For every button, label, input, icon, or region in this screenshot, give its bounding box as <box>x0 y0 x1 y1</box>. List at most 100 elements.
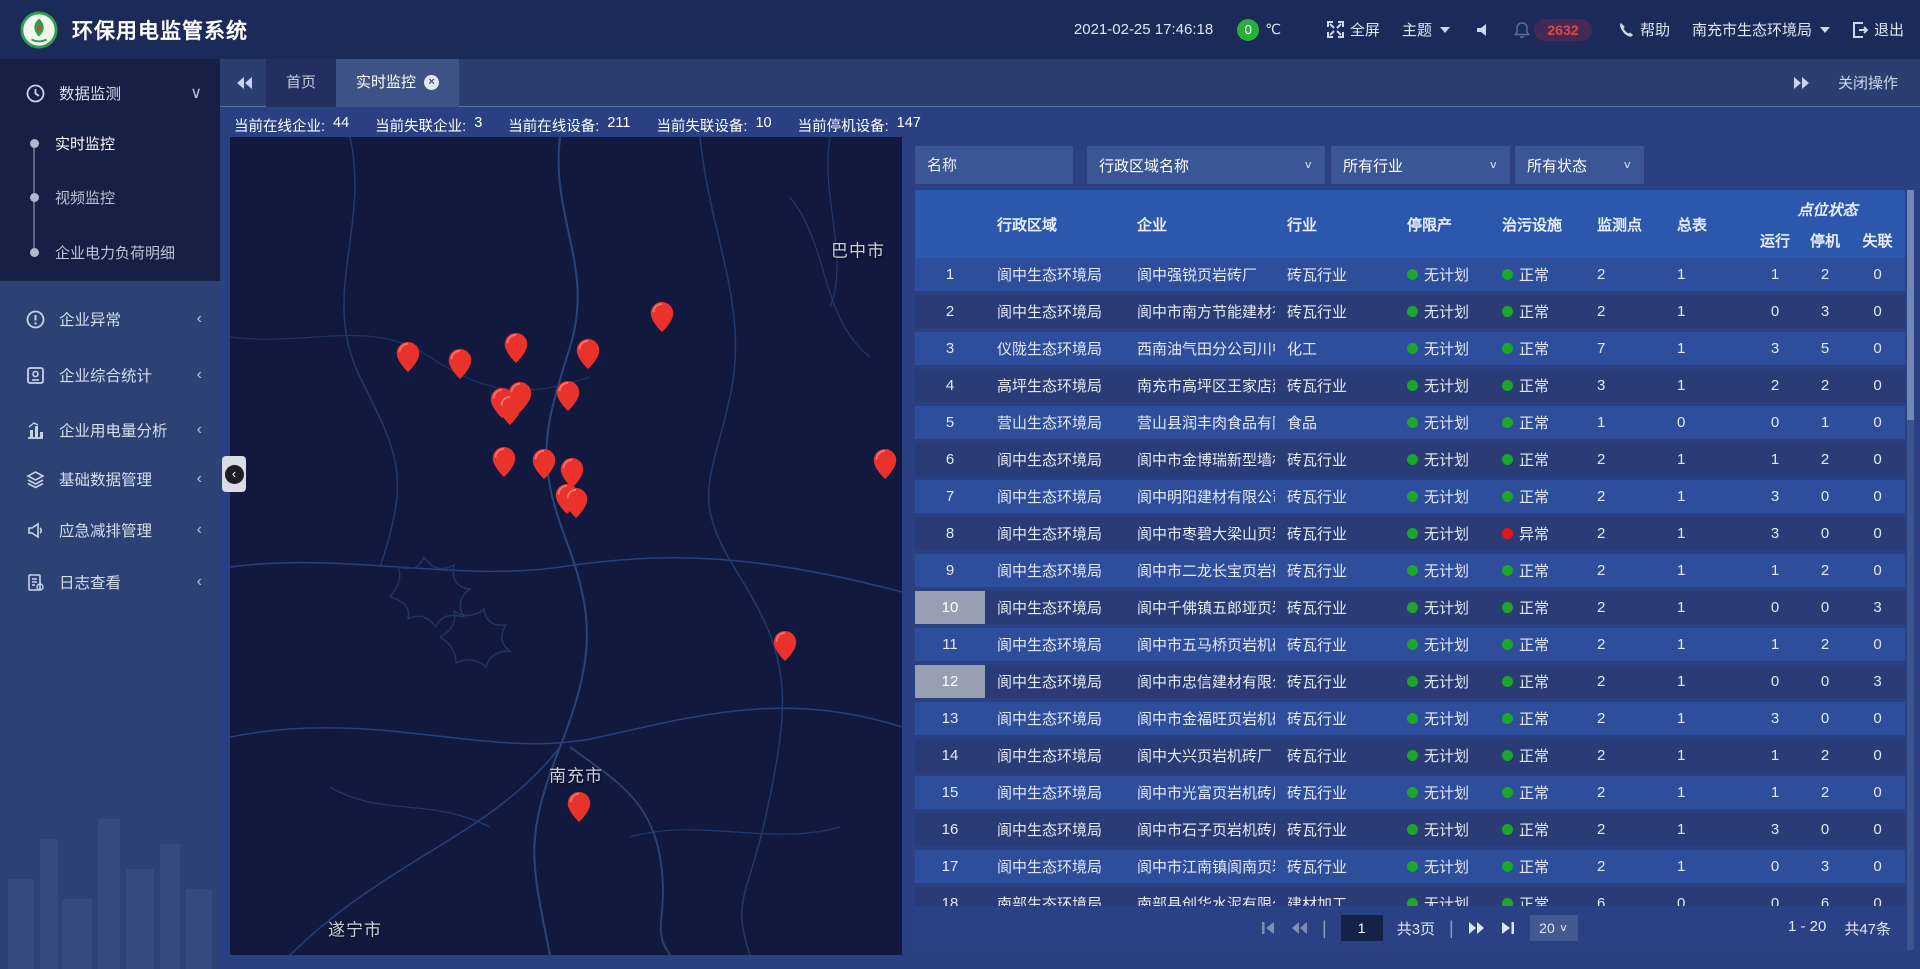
top-header: 环保用电监管系统 2021-02-25 17:46:18 0 ℃ 全屏 主题 <box>0 0 1920 59</box>
sidebar-item-power-load-detail[interactable]: 企业电力负荷明细 <box>0 235 220 269</box>
stat-label: 当前在线企业: <box>234 115 325 136</box>
status-select[interactable]: 所有状态 ∨ <box>1515 146 1644 184</box>
cell-stop: 6 <box>1800 887 1850 906</box>
cell-run: 0 <box>1750 406 1800 439</box>
table-row[interactable]: 4 高坪生态环境局 南充市高坪区王家店建 砖瓦行业 无计划 正常 3 1 2 2… <box>915 369 1905 406</box>
theme-dropdown[interactable]: 主题 <box>1402 19 1450 40</box>
scroll-tabs-left-button[interactable] <box>234 75 254 91</box>
table-row[interactable]: 13 阆中生态环境局 阆中市金福旺页岩机砖 砖瓦行业 无计划 正常 2 1 3 … <box>915 702 1905 739</box>
sidebar-item-company-statistics[interactable]: 企业综合统计 ‹ <box>0 351 220 399</box>
map-pin[interactable] <box>493 447 516 477</box>
tab-home[interactable]: 首页 <box>266 59 336 107</box>
tab-bar: 首页 实时监控 × 关闭操作 <box>220 59 1920 107</box>
map-pin[interactable] <box>774 631 797 661</box>
table-row[interactable]: 18 南部生态环境局 南部县创华水泥有限公 建材加工 无计划 正常 6 0 0 … <box>915 887 1905 906</box>
table-row[interactable]: 14 阆中生态环境局 阆中大兴页岩机砖厂 砖瓦行业 无计划 正常 2 1 1 2… <box>915 739 1905 776</box>
industry-select[interactable]: 所有行业 ∨ <box>1331 146 1510 184</box>
chevron-left-icon: ‹ <box>197 573 202 591</box>
fullscreen-button[interactable]: 全屏 <box>1327 19 1380 40</box>
tab-close-icon[interactable]: × <box>424 75 439 90</box>
cell-meters: 1 <box>1665 332 1750 365</box>
status-dot-green <box>1407 565 1418 576</box>
table-row[interactable]: 15 阆中生态环境局 阆中市光富页岩机砖厂 砖瓦行业 无计划 正常 2 1 1 … <box>915 776 1905 813</box>
cell-run: 1 <box>1750 443 1800 476</box>
sidebar-item-realtime-monitor[interactable]: 实时监控 <box>0 126 220 160</box>
table-row[interactable]: 17 阆中生态环境局 阆中市江南镇阆南页岩 砖瓦行业 无计划 正常 2 1 0 … <box>915 850 1905 887</box>
pagination-divider: | <box>1322 918 1327 939</box>
table-row[interactable]: 2 阆中生态环境局 阆中市南方节能建材有 砖瓦行业 无计划 正常 2 1 0 3… <box>915 295 1905 332</box>
status-dot <box>1502 343 1513 354</box>
close-operations-button[interactable]: 关闭操作 <box>1838 72 1898 93</box>
next-page-button[interactable] <box>1468 921 1486 935</box>
scrollbar-thumb[interactable] <box>1907 190 1914 420</box>
sidebar-item-data-monitor[interactable]: 数据监测 ∨ <box>0 69 220 117</box>
map-pin[interactable] <box>533 449 556 479</box>
mute-button[interactable] <box>1476 22 1492 38</box>
notification-badge[interactable]: 2632 <box>1534 19 1592 41</box>
table-row[interactable]: 16 阆中生态环境局 阆中市石子页岩机砖厂 砖瓦行业 无计划 正常 2 1 3 … <box>915 813 1905 850</box>
name-input[interactable] <box>927 157 1061 174</box>
stat-item: 当前在线企业: 44 <box>234 115 349 136</box>
map-pin[interactable] <box>577 339 600 369</box>
cell-meters: 1 <box>1665 591 1750 624</box>
sidebar-nav: 数据监测 ∨ 实时监控 视频监控 企业电力负荷明细 企业异常 ‹ <box>0 59 220 969</box>
table-row[interactable]: 11 阆中生态环境局 阆中市五马桥页岩机砖 砖瓦行业 无计划 正常 2 1 1 … <box>915 628 1905 665</box>
map-pin[interactable] <box>568 792 591 822</box>
logout-button[interactable]: 退出 <box>1852 19 1904 40</box>
sidebar-item-video-monitor[interactable]: 视频监控 <box>0 180 220 214</box>
page-number-input[interactable] <box>1341 915 1383 941</box>
cell-run: 1 <box>1750 628 1800 661</box>
tab-realtime-monitor[interactable]: 实时监控 × <box>336 59 459 107</box>
map-pin[interactable] <box>565 488 588 518</box>
table-row[interactable]: 8 阆中生态环境局 阆中市枣碧大梁山页岩 砖瓦行业 无计划 异常 2 1 3 0… <box>915 517 1905 554</box>
sidebar-item-label: 企业用电量分析 <box>59 419 168 441</box>
sidebar-item-company-abnormal[interactable]: 企业异常 ‹ <box>0 295 220 343</box>
sidebar-item-emission-reduction[interactable]: 应急减排管理 ‹ <box>0 506 220 554</box>
org-dropdown[interactable]: 南充市生态环境局 <box>1692 19 1830 40</box>
table-row[interactable]: 6 阆中生态环境局 阆中市金博瑞新型墙材 砖瓦行业 无计划 正常 2 1 1 2… <box>915 443 1905 480</box>
cell-points: 2 <box>1585 628 1665 661</box>
sidebar-item-base-data[interactable]: 基础数据管理 ‹ <box>0 455 220 503</box>
map-pin[interactable] <box>397 342 420 372</box>
table-row[interactable]: 12 阆中生态环境局 阆中市忠信建材有限公 砖瓦行业 无计划 正常 2 1 0 … <box>915 665 1905 702</box>
status-dot-green <box>1407 528 1418 539</box>
map-pin[interactable] <box>449 349 472 379</box>
status-dot <box>1502 417 1513 428</box>
map-pin-icon <box>565 488 588 518</box>
prev-page-button[interactable] <box>1290 921 1308 935</box>
table-row[interactable]: 9 阆中生态环境局 阆中市二龙长宝页岩砖 砖瓦行业 无计划 正常 2 1 1 2… <box>915 554 1905 591</box>
scroll-tabs-right-button[interactable] <box>1792 75 1812 91</box>
col-header-facility: 治污设施 <box>1490 190 1585 258</box>
first-page-button[interactable] <box>1260 921 1276 935</box>
datetime: 2021-02-25 17:46:18 <box>1074 21 1213 38</box>
sidebar-collapse-button[interactable]: ‹ <box>222 456 246 492</box>
last-page-button[interactable] <box>1500 921 1516 935</box>
map-pin[interactable] <box>499 395 522 425</box>
cell-meters: 0 <box>1665 887 1750 906</box>
table-row[interactable]: 10 阆中生态环境局 阆中千佛镇五郎垭页岩 砖瓦行业 无计划 正常 2 1 0 … <box>915 591 1905 628</box>
table-row[interactable]: 1 阆中生态环境局 阆中强锐页岩砖厂 砖瓦行业 无计划 正常 2 1 1 2 0 <box>915 258 1905 295</box>
region-select-value: 行政区域名称 <box>1099 155 1189 176</box>
cell-points: 3 <box>1585 369 1665 402</box>
bar-chart-icon <box>26 421 45 440</box>
region-select[interactable]: 行政区域名称 ∨ <box>1087 146 1325 184</box>
cell-facility: 正常 <box>1490 591 1585 624</box>
help-button[interactable]: 帮助 <box>1618 19 1670 40</box>
industry-select-value: 所有行业 <box>1343 155 1403 176</box>
sidebar-item-log-view[interactable]: 日志查看 ‹ <box>0 558 220 606</box>
table-row[interactable]: 7 阆中生态环境局 阆中明阳建材有限公司 砖瓦行业 无计划 正常 2 1 3 0… <box>915 480 1905 517</box>
status-dot <box>1502 713 1513 724</box>
map-pin-icon <box>397 342 420 372</box>
sidebar-item-power-analysis[interactable]: 企业用电量分析 ‹ <box>0 406 220 454</box>
map-pin[interactable] <box>557 381 580 411</box>
page-size-select[interactable]: 20 ∨ <box>1530 915 1578 941</box>
map-pin[interactable] <box>651 302 674 332</box>
cell-facility: 正常 <box>1490 702 1585 735</box>
table-row[interactable]: 3 仪陇生态环境局 西南油气田分公司川中 化工 无计划 正常 7 1 3 5 0 <box>915 332 1905 369</box>
stat-label: 当前停机设备: <box>798 115 889 136</box>
map-pin[interactable] <box>874 449 897 479</box>
map-panel[interactable]: 巴中市 南充市 遂宁市 <box>230 137 902 955</box>
map-pin[interactable] <box>505 333 528 363</box>
table-row[interactable]: 5 营山生态环境局 营山县润丰肉食品有限 食品 无计划 正常 1 0 0 1 0 <box>915 406 1905 443</box>
table-scrollbar[interactable] <box>1907 190 1914 950</box>
